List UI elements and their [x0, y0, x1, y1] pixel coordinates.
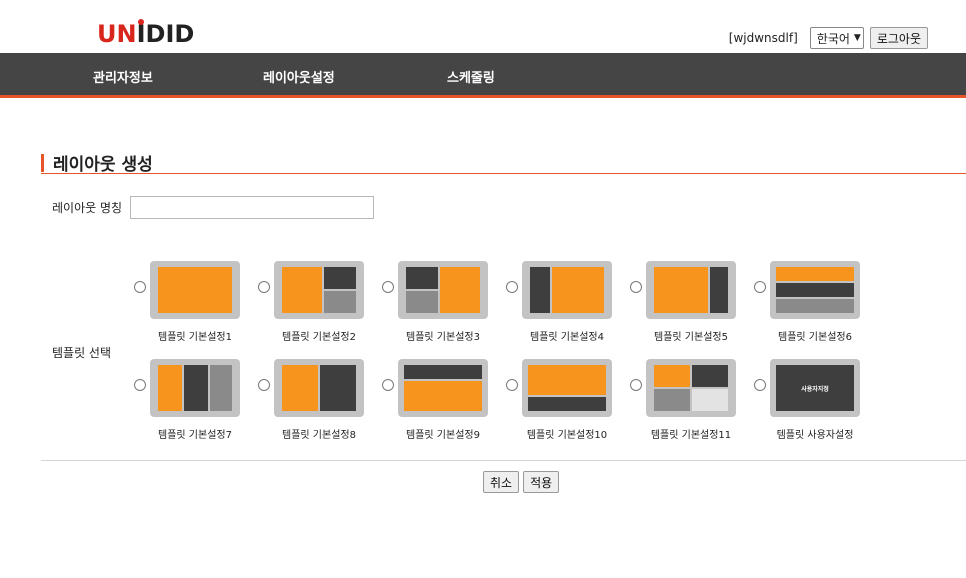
template-option-8[interactable]: 템플릿 기본설정8: [258, 359, 376, 441]
template-radio[interactable]: [134, 281, 146, 293]
template-radio[interactable]: [382, 281, 394, 293]
cancel-button[interactable]: 취소: [483, 471, 520, 493]
template-option-1[interactable]: 템플릿 기본설정1: [134, 261, 252, 343]
bottom-divider: [41, 460, 966, 461]
template-radio[interactable]: [754, 281, 766, 293]
template-thumbnail[interactable]: [274, 359, 364, 417]
template-option-4[interactable]: 템플릿 기본설정4: [506, 261, 624, 343]
template-radio[interactable]: [382, 379, 394, 391]
template-thumbnail[interactable]: 사용자지정: [770, 359, 860, 417]
template-caption: 템플릿 기본설정7: [158, 430, 232, 441]
logo[interactable]: UNI DID: [97, 19, 195, 48]
template-option-3[interactable]: 템플릿 기본설정3: [382, 261, 500, 343]
title-divider: [41, 173, 966, 174]
template-thumbnail[interactable]: [150, 261, 240, 319]
template-radio[interactable]: [506, 281, 518, 293]
template-radio[interactable]: [258, 281, 270, 293]
template-option-9[interactable]: 템플릿 기본설정9: [382, 359, 500, 441]
layout-name-row: 레이아웃 명칭: [52, 196, 375, 219]
template-thumbnail[interactable]: [646, 261, 736, 319]
template-caption: 템플릿 기본설정6: [778, 332, 852, 343]
top-header: UNI DID [wjdwnsdlf] 한국어 ▼ 로그아웃: [0, 0, 966, 53]
template-caption: 템플릿 기본설정8: [282, 430, 356, 441]
template-caption: 템플릿 기본설정1: [158, 332, 232, 343]
template-radio[interactable]: [258, 379, 270, 391]
custom-thumb-label: 사용자지정: [801, 385, 829, 393]
template-caption: 템플릿 사용자설정: [776, 430, 854, 441]
template-option-11[interactable]: 템플릿 기본설정11: [630, 359, 748, 441]
logo-text: UNI DID: [97, 19, 195, 48]
template-caption: 템플릿 기본설정9: [406, 430, 480, 441]
layout-name-input[interactable]: [130, 196, 375, 219]
page-title: 레이아웃 생성: [53, 155, 153, 175]
nav-item-scheduling[interactable]: 스케줄링: [447, 67, 495, 86]
page-title-block: 레이아웃 생성: [41, 150, 153, 175]
template-option-6[interactable]: 템플릿 기본설정6: [754, 261, 872, 343]
template-radio[interactable]: [506, 379, 518, 391]
template-caption: 템플릿 기본설정4: [530, 332, 604, 343]
template-option-2[interactable]: 템플릿 기본설정2: [258, 261, 376, 343]
nav-item-admin-info[interactable]: 관리자정보: [93, 67, 153, 86]
template-thumbnail[interactable]: [770, 261, 860, 319]
template-caption: 템플릿 기본설정5: [654, 332, 728, 343]
main-nav: 관리자정보 레이아웃설정 스케줄링: [0, 53, 966, 98]
template-caption: 템플릿 기본설정10: [526, 430, 608, 441]
template-radio[interactable]: [630, 281, 642, 293]
template-thumbnail[interactable]: [274, 261, 364, 319]
template-option-5[interactable]: 템플릿 기본설정5: [630, 261, 748, 343]
template-option-custom[interactable]: 사용자지정 템플릿 사용자설정: [754, 359, 872, 441]
template-option-10[interactable]: 템플릿 기본설정10: [506, 359, 624, 441]
template-thumbnail[interactable]: [398, 359, 488, 417]
language-select[interactable]: 한국어 ▼: [809, 27, 864, 49]
template-thumbnail[interactable]: [646, 359, 736, 417]
form-actions: 취소 적용: [483, 471, 560, 493]
template-radio[interactable]: [630, 379, 642, 391]
user-area: [wjdwnsdlf] 한국어 ▼ 로그아웃: [729, 27, 928, 49]
template-thumbnail[interactable]: [150, 359, 240, 417]
username: [wjdwnsdlf]: [728, 31, 798, 45]
template-radio[interactable]: [754, 379, 766, 391]
template-caption: 템플릿 기본설정2: [282, 332, 356, 343]
template-caption: 템플릿 기본설정3: [406, 332, 480, 343]
template-thumbnail[interactable]: [398, 261, 488, 319]
template-radio[interactable]: [134, 379, 146, 391]
chevron-down-icon: ▼: [853, 33, 861, 43]
template-thumbnail[interactable]: [522, 261, 612, 319]
nav-item-layout-settings[interactable]: 레이아웃설정: [263, 67, 335, 86]
language-value: 한국어: [816, 31, 850, 46]
template-select-label: 템플릿 선택: [52, 346, 112, 360]
template-option-7[interactable]: 템플릿 기본설정7: [134, 359, 252, 441]
title-accent-bar: [41, 153, 44, 172]
template-caption: 템플릿 기본설정11: [650, 430, 732, 441]
apply-button[interactable]: 적용: [523, 471, 560, 493]
template-thumbnail[interactable]: [522, 359, 612, 417]
logout-button[interactable]: 로그아웃: [869, 27, 928, 49]
layout-name-label: 레이아웃 명칭: [52, 201, 123, 215]
